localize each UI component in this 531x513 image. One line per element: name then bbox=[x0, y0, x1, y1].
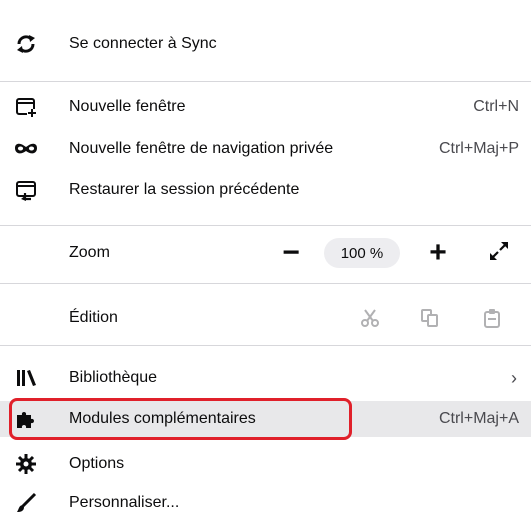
menu-item-options-label: Options bbox=[69, 455, 125, 472]
menu-item-edit: Édition bbox=[0, 302, 531, 334]
annotation-highlight-frame bbox=[9, 398, 352, 440]
library-icon bbox=[14, 366, 38, 390]
menu-item-sync-label: Se connecter à Sync bbox=[69, 35, 217, 52]
menu-item-customize[interactable]: Personnaliser... bbox=[0, 485, 531, 513]
minus-icon: − bbox=[282, 236, 300, 269]
zoom-label: Zoom bbox=[69, 244, 110, 261]
zoom-reset-button[interactable]: 100 % bbox=[324, 238, 400, 268]
menu-item-library[interactable]: Bibliothèque › bbox=[0, 360, 531, 396]
paste-icon[interactable] bbox=[480, 306, 504, 330]
menu-item-options[interactable]: Options bbox=[0, 446, 531, 482]
menu-item-library-label: Bibliothèque bbox=[69, 369, 158, 386]
menu-item-private-window[interactable]: Nouvelle fenêtre de navigation privée Ct… bbox=[0, 131, 531, 167]
menu-item-restore-session-label: Restaurer la session précédente bbox=[69, 181, 300, 198]
copy-icon[interactable] bbox=[418, 306, 442, 330]
sync-icon bbox=[14, 32, 38, 56]
chevron-right-icon: › bbox=[511, 367, 517, 388]
cut-icon[interactable] bbox=[358, 306, 382, 330]
new-window-icon bbox=[14, 95, 38, 119]
private-mask-icon bbox=[14, 137, 38, 161]
zoom-out-button[interactable]: − bbox=[276, 238, 306, 268]
paintbrush-icon bbox=[14, 491, 38, 513]
menu-item-new-window[interactable]: Nouvelle fenêtre Ctrl+N bbox=[0, 89, 531, 125]
menu-item-new-window-shortcut: Ctrl+N bbox=[473, 98, 519, 115]
app-menu-panel: Se connecter à Sync Nouvelle fenêtre Ctr… bbox=[0, 0, 531, 513]
menu-item-zoom: Zoom − 100 % + bbox=[0, 238, 531, 268]
restore-session-icon bbox=[14, 178, 38, 202]
zoom-in-button[interactable]: + bbox=[423, 238, 453, 268]
menu-top-edge bbox=[0, 0, 500, 10]
menu-item-sync[interactable]: Se connecter à Sync bbox=[0, 26, 531, 62]
gear-icon bbox=[14, 452, 38, 476]
menu-item-private-window-shortcut: Ctrl+Maj+P bbox=[438, 140, 519, 157]
menu-item-addons-shortcut: Ctrl+Maj+A bbox=[438, 410, 519, 427]
menu-separator bbox=[0, 345, 531, 346]
menu-separator bbox=[0, 283, 531, 284]
edit-label: Édition bbox=[69, 309, 118, 326]
menu-item-customize-label: Personnaliser... bbox=[69, 494, 180, 511]
menu-item-private-window-label: Nouvelle fenêtre de navigation privée bbox=[69, 140, 334, 157]
menu-separator bbox=[0, 225, 531, 226]
plus-icon: + bbox=[429, 236, 447, 269]
fullscreen-icon bbox=[488, 240, 510, 267]
menu-item-new-window-label: Nouvelle fenêtre bbox=[69, 98, 186, 115]
menu-item-restore-session[interactable]: Restaurer la session précédente bbox=[0, 172, 531, 208]
menu-separator bbox=[0, 81, 531, 82]
fullscreen-button[interactable] bbox=[484, 238, 514, 268]
